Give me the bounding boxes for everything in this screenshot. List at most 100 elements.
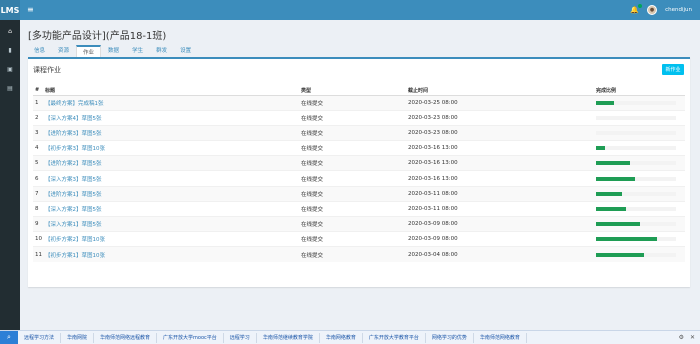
completion-bar [596, 191, 676, 196]
deadline: 2020-03-16 13:00 [408, 155, 596, 171]
completion-bar [596, 237, 676, 242]
settings-icon[interactable]: ⚙ [679, 334, 684, 341]
bottom-link[interactable]: 广东开放大学教育平台 [363, 332, 426, 343]
table-row: 2 【深入方案4】草图5张 在线提交 2020-03-23 08:00 [33, 109, 685, 126]
submission-type: 在线提交 [301, 185, 408, 202]
menu-toggle-icon[interactable]: ≡ [27, 6, 34, 14]
row-number: 1 [33, 94, 45, 111]
completion-bar [596, 222, 676, 227]
deadline: 2020-03-23 08:00 [408, 124, 596, 141]
deadline: 2020-03-09 08:00 [408, 231, 596, 247]
calendar-icon[interactable]: ▣ [5, 64, 15, 74]
bottom-link[interactable]: 华南师范网络远程教育 [94, 332, 158, 343]
notification-bell-icon[interactable]: 🔔 [630, 4, 643, 14]
tab-students[interactable]: 学生 [126, 45, 149, 57]
tab-info[interactable]: 信息 [28, 45, 51, 57]
completion-bar-fill [596, 146, 605, 151]
row-number: 5 [33, 155, 45, 171]
bottom-link[interactable]: 远程学习 [224, 332, 257, 343]
completion-bar-fill [596, 222, 640, 227]
home-icon[interactable]: ⌂ [5, 26, 15, 36]
row-number: 9 [33, 215, 45, 232]
assignment-title-link[interactable]: 【深入方案4】草图5张 [45, 116, 102, 122]
course-tabs: 信息 资源 作业 数据 学生 群发 设置 [28, 45, 197, 57]
completion-bar-fill [596, 206, 627, 211]
tab-broadcast[interactable]: 群发 [150, 45, 173, 57]
top-navbar: LMS ≡ 🔔 ● chendijun [0, 0, 700, 20]
row-number: 8 [33, 200, 45, 217]
completion-bar-fill [596, 161, 631, 166]
tab-settings[interactable]: 设置 [174, 45, 197, 57]
tab-resources[interactable]: 资源 [52, 45, 75, 57]
tab-data[interactable]: 数据 [102, 45, 125, 57]
submission-type: 在线提交 [301, 215, 408, 232]
submission-type: 在线提交 [301, 140, 408, 156]
row-number: 3 [33, 124, 45, 141]
close-icon[interactable]: ✕ [690, 334, 695, 341]
assignment-title-link[interactable]: 【进阶方案2】草图5张 [45, 161, 102, 167]
bottom-toolbar: ⌕ 远程学习方法 华南网院 华南师范网络远程教育 广东开放大学mooc平台 远程学习 华南… [0, 330, 700, 344]
page-title: [多功能产品设计](产品18-1班) [28, 31, 167, 42]
document-icon[interactable]: ▤ [5, 83, 15, 93]
new-assignment-button[interactable]: 新作业 [662, 64, 684, 75]
assignments-table: # 标题 类型 截止时间 完成比例 1 【最终方案】完成稿1张 在线提交 2020-0… [33, 86, 685, 263]
assignment-title-link[interactable]: 【初步方案2】草图10张 [45, 237, 105, 243]
assignment-title-link[interactable]: 【进阶方案1】草图5张 [45, 192, 102, 198]
row-number: 2 [33, 109, 45, 126]
deadline: 2020-03-11 08:00 [408, 200, 596, 217]
notification-dot [638, 4, 643, 8]
book-icon[interactable]: ▮ [5, 45, 15, 55]
assignment-title-link[interactable]: 【深入方案3】草图5张 [45, 177, 102, 183]
table-row: 10 【初步方案2】草图10张 在线提交 2020-03-09 08:00 [33, 231, 685, 247]
username-label[interactable]: chendijun [665, 7, 692, 13]
table-row: 8 【深入方案2】草图5张 在线提交 2020-03-11 08:00 [33, 200, 685, 217]
bottom-link[interactable]: 华南师范网络教育 [474, 332, 527, 343]
col-completion-header: 完成比例 [596, 86, 685, 96]
left-sidebar: ⌂ ▮ ▣ ▤ [0, 20, 20, 330]
completion-bar-fill [596, 237, 657, 242]
row-number: 6 [33, 170, 45, 187]
deadline: 2020-03-09 08:00 [408, 215, 596, 232]
bottom-link[interactable]: 广东开放大学mooc平台 [157, 332, 224, 343]
deadline: 2020-03-16 13:00 [408, 170, 596, 187]
assignment-title-link[interactable]: 【初步方案1】草图10张 [45, 253, 105, 259]
table-header-row: # 标题 类型 截止时间 完成比例 [33, 86, 685, 96]
table-row: 9 【深入方案1】草图5张 在线提交 2020-03-09 08:00 [33, 215, 685, 232]
bottom-link[interactable]: 华南网络教育 [320, 332, 363, 343]
bottom-link[interactable]: 远程学习方法 [18, 332, 62, 343]
completion-bar [596, 252, 676, 257]
row-number: 7 [33, 185, 45, 202]
completion-bar [596, 161, 676, 166]
deadline: 2020-03-04 08:00 [408, 246, 596, 263]
bottom-link[interactable]: 华南师范继续教育学院 [257, 332, 320, 343]
user-avatar[interactable]: ● [647, 5, 658, 15]
row-number: 10 [33, 231, 45, 247]
completion-bar-fill [596, 100, 614, 105]
submission-type: 在线提交 [301, 200, 408, 217]
col-num-header: # [33, 86, 45, 96]
assignment-title-link[interactable]: 【初步方案3】草图10张 [45, 146, 105, 152]
table-row: 11 【初步方案1】草图10张 在线提交 2020-03-04 08:00 [33, 246, 685, 263]
panel-title: 课程作业 [33, 66, 61, 74]
col-title-header: 标题 [45, 86, 301, 96]
table-row: 4 【初步方案3】草图10张 在线提交 2020-03-16 13:00 [33, 140, 685, 156]
assignment-title-link[interactable]: 【深入方案1】草图5张 [45, 222, 102, 228]
completion-bar [596, 146, 676, 151]
tab-assignments[interactable]: 作业 [76, 45, 102, 57]
assignment-title-link[interactable]: 【深入方案2】草图5张 [45, 207, 102, 213]
search-icon[interactable]: ⌕ [0, 330, 18, 344]
submission-type: 在线提交 [301, 231, 408, 247]
submission-type: 在线提交 [301, 155, 408, 171]
submission-type: 在线提交 [301, 94, 408, 111]
completion-bar-fill [596, 176, 636, 181]
completion-bar [596, 176, 676, 181]
completion-bar-fill [596, 252, 644, 257]
assignment-title-link[interactable]: 【最终方案】完成稿1张 [45, 101, 104, 107]
assignment-title-link[interactable]: 【进阶方案3】草图5张 [45, 131, 102, 137]
col-deadline-header: 截止时间 [408, 86, 596, 96]
table-row: 1 【最终方案】完成稿1张 在线提交 2020-03-25 08:00 [33, 94, 685, 111]
app-logo[interactable]: LMS [0, 0, 20, 20]
table-row: 3 【进阶方案3】草图5张 在线提交 2020-03-23 08:00 [33, 124, 685, 141]
bottom-link[interactable]: 华南网院 [61, 332, 95, 343]
bottom-link[interactable]: 网络学习的优势 [426, 332, 474, 343]
